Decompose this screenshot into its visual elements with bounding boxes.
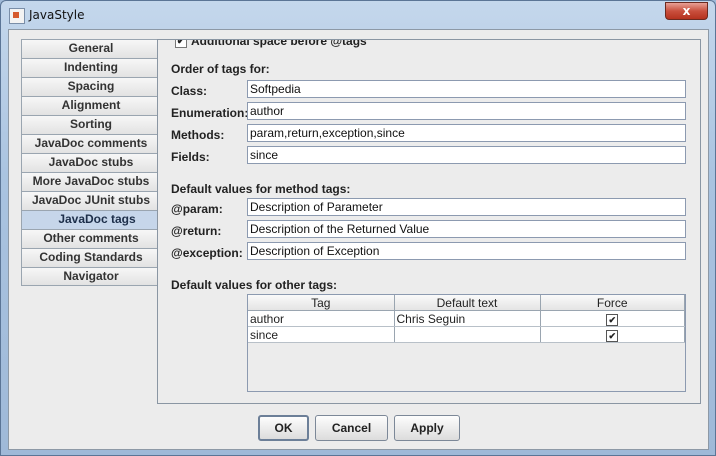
force-checkbox[interactable]: ✔: [606, 329, 619, 342]
method-defaults-heading: Default values for method tags:: [171, 182, 351, 196]
apply-button[interactable]: Apply: [394, 415, 460, 441]
force-cell[interactable]: ✔: [540, 326, 685, 343]
methods-order-field[interactable]: param,return,exception,since: [247, 124, 686, 142]
exception-label: @exception:: [171, 246, 243, 260]
force-cell[interactable]: ✔: [540, 310, 685, 327]
fields-order-field[interactable]: since: [247, 146, 686, 164]
column-header-default-text[interactable]: Default text: [394, 295, 541, 311]
enumeration-order-field[interactable]: author: [247, 102, 686, 120]
tab-spacing[interactable]: Spacing: [21, 77, 161, 96]
column-header-force[interactable]: Force: [540, 295, 685, 311]
additional-space-checkbox[interactable]: ✔: [175, 40, 187, 48]
app-icon: [9, 8, 25, 24]
methods-label: Methods:: [171, 128, 225, 142]
javadoc-tags-panel: ✔ Additional space before @tags Order of …: [157, 39, 701, 404]
tab-alignment[interactable]: Alignment: [21, 96, 161, 115]
param-label: @param:: [171, 202, 223, 216]
other-defaults-heading: Default values for other tags:: [171, 278, 338, 292]
ok-button[interactable]: OK: [258, 415, 309, 441]
table-row[interactable]: since ✔: [248, 326, 685, 343]
exception-default-field[interactable]: Description of Exception: [247, 242, 686, 260]
tab-javadoc-junit-stubs[interactable]: JavaDoc JUnit stubs: [21, 191, 161, 210]
default-text-cell[interactable]: Chris Seguin: [394, 310, 541, 327]
default-text-cell[interactable]: [394, 326, 541, 343]
tab-general[interactable]: General: [21, 39, 161, 58]
force-checkbox[interactable]: ✔: [606, 313, 619, 326]
column-header-tag[interactable]: Tag: [248, 295, 395, 311]
tab-javadoc-tags[interactable]: JavaDoc tags: [21, 210, 173, 229]
tab-javadoc-comments[interactable]: JavaDoc comments: [21, 134, 161, 153]
title-bar[interactable]: JavaStyle x: [1, 1, 715, 29]
tab-javadoc-stubs[interactable]: JavaDoc stubs: [21, 153, 161, 172]
cancel-button[interactable]: Cancel: [315, 415, 388, 441]
order-heading: Order of tags for:: [171, 62, 270, 76]
fields-label: Fields:: [171, 150, 210, 164]
tab-sorting[interactable]: Sorting: [21, 115, 161, 134]
other-tags-table: Tag Default text Force author Chris Segu…: [247, 294, 686, 392]
tab-coding-standards[interactable]: Coding Standards: [21, 248, 161, 267]
javastyle-window: JavaStyle x General Indenting Spacing Al…: [0, 0, 716, 456]
enumeration-label: Enumeration:: [171, 106, 249, 120]
close-button[interactable]: x: [665, 2, 708, 20]
category-tabs: General Indenting Spacing Alignment Sort…: [21, 39, 173, 286]
tab-indenting[interactable]: Indenting: [21, 58, 161, 77]
additional-space-label: Additional space before @tags: [191, 39, 367, 48]
window-title: JavaStyle: [29, 8, 85, 22]
return-default-field[interactable]: Description of the Returned Value: [247, 220, 686, 238]
tab-navigator[interactable]: Navigator: [21, 267, 161, 286]
param-default-field[interactable]: Description of Parameter: [247, 198, 686, 216]
class-label: Class:: [171, 84, 208, 98]
tag-cell[interactable]: author: [248, 310, 395, 327]
return-label: @return:: [171, 224, 222, 238]
tag-cell[interactable]: since: [248, 326, 395, 343]
class-order-field[interactable]: Softpedia: [247, 80, 686, 98]
table-row[interactable]: author Chris Seguin ✔: [248, 310, 685, 327]
tab-more-javadoc-stubs[interactable]: More JavaDoc stubs: [21, 172, 161, 191]
dialog-content: General Indenting Spacing Alignment Sort…: [8, 29, 709, 450]
tab-other-comments[interactable]: Other comments: [21, 229, 161, 248]
additional-space-option[interactable]: ✔ Additional space before @tags: [175, 39, 367, 48]
